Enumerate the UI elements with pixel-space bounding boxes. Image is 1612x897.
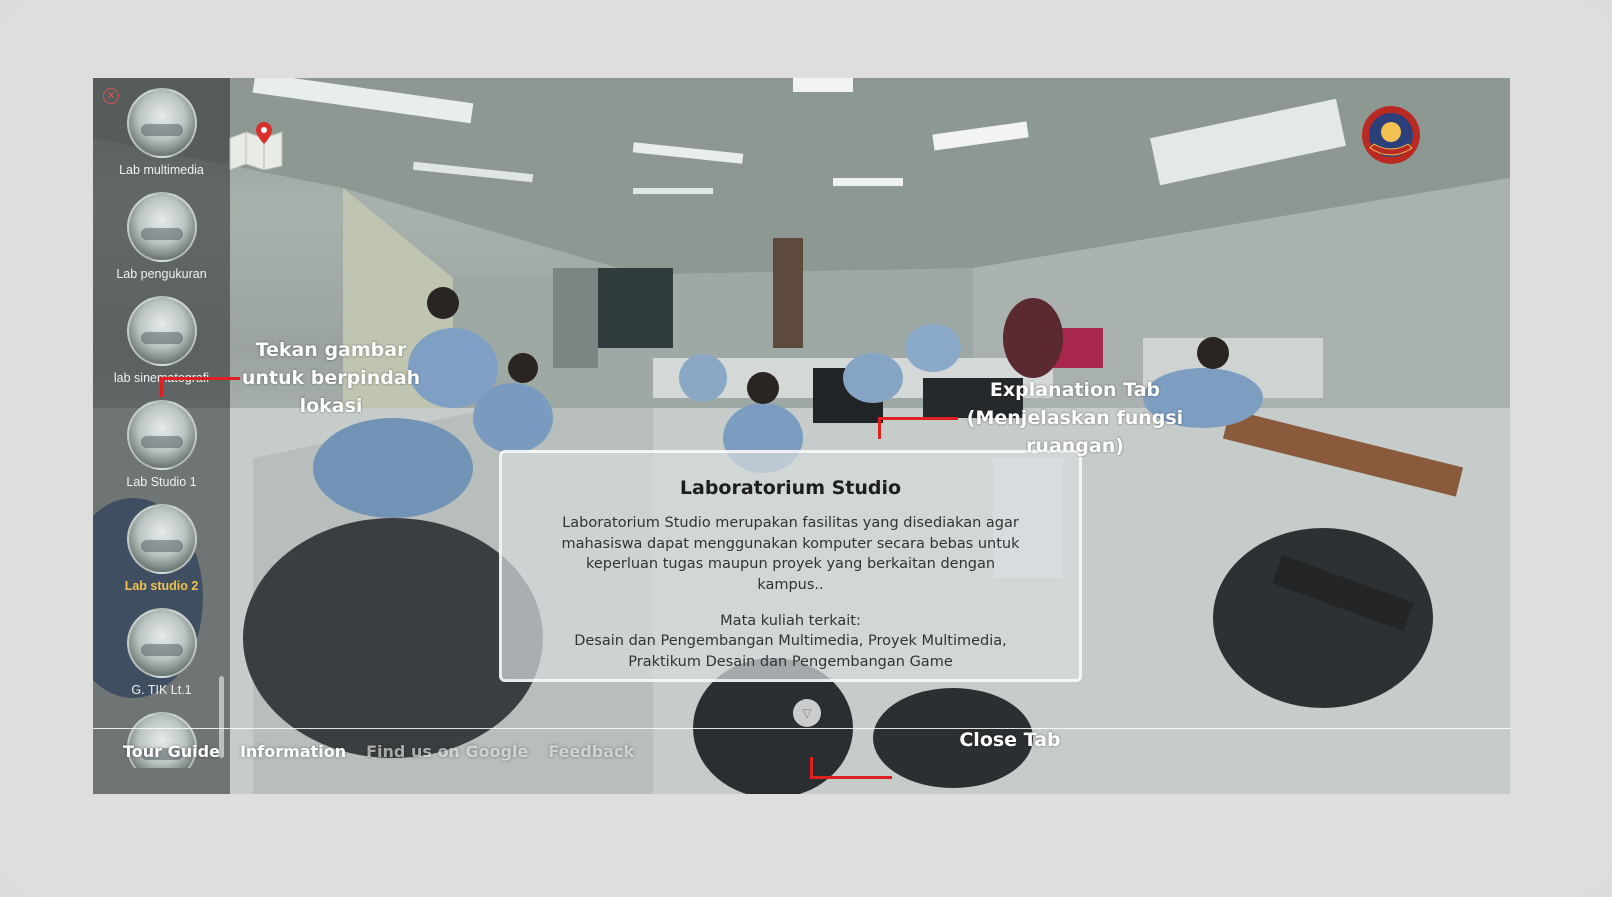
triangle-down-icon[interactable]: ▽ xyxy=(793,699,821,727)
thumbnail-image[interactable] xyxy=(126,88,197,158)
annotation-text: Explanation Tab xyxy=(989,379,1161,401)
thumb-g-tik-lt1[interactable]: G. TIK Lt.1 xyxy=(93,608,230,697)
thumb-label: Lab pengukuran xyxy=(116,267,207,281)
university-emblem-icon xyxy=(1362,106,1420,164)
bottom-nav: Tour Guide Information Find us on Google… xyxy=(123,742,634,761)
nav-tour-guide[interactable]: Tour Guide xyxy=(123,742,220,761)
annotation-line xyxy=(878,417,881,439)
thumb-lab-multimedia[interactable]: Lab multimedia xyxy=(93,88,230,177)
map-pin-icon[interactable] xyxy=(228,120,284,170)
nav-information[interactable]: Information xyxy=(240,742,346,761)
thumbnail-image[interactable] xyxy=(126,192,197,262)
explanation-tab: Laboratorium Studio Laboratorium Studio … xyxy=(499,450,1082,682)
panel-description: Laboratorium Studio merupakan fasilitas … xyxy=(561,515,1020,593)
annotation-text: untuk berpindah xyxy=(241,367,421,389)
thumb-lab-sinematografi[interactable]: lab sinematografi xyxy=(93,296,230,385)
thumbnail-image[interactable] xyxy=(126,296,197,366)
thumb-label: G. TIK Lt.1 xyxy=(131,683,192,697)
panel-title: Laboratorium Studio xyxy=(679,477,902,499)
nav-find-google[interactable]: Find us on Google xyxy=(366,742,528,761)
annotation-line xyxy=(160,377,163,397)
thumb-lab-studio-2[interactable]: Lab studio 2 xyxy=(93,504,230,593)
thumb-label: Lab studio 2 xyxy=(124,579,199,593)
thumb-label: Lab Studio 1 xyxy=(126,475,197,489)
thumb-lab-pengukuran[interactable]: Lab pengukuran xyxy=(93,192,230,281)
panorama-viewport[interactable]: ✕ Lab multimedia Lab pengukuran lab sine… xyxy=(93,78,1510,794)
bottom-divider xyxy=(93,728,1510,729)
annotation-text: ruangan) xyxy=(1026,435,1124,457)
thumb-label: Lab multimedia xyxy=(119,163,204,177)
annotation-line xyxy=(878,417,958,420)
thumbnail-image[interactable] xyxy=(126,504,197,574)
annotation-line xyxy=(160,377,240,380)
annotation-line xyxy=(810,776,892,779)
annotation-thumbs: Tekan gambar untuk berpindah lokasi xyxy=(236,336,426,420)
annotation-text: Tekan gambar xyxy=(255,339,407,361)
nav-feedback[interactable]: Feedback xyxy=(548,742,634,761)
annotation-close-tab: Close Tab xyxy=(950,726,1070,754)
thumb-lab-studio-1[interactable]: Lab Studio 1 xyxy=(93,400,230,489)
annotation-text: (Menjelaskan fungsi xyxy=(966,407,1184,429)
thumbnail-image[interactable] xyxy=(126,608,197,678)
annotation-explanation: Explanation Tab (Menjelaskan fungsi ruan… xyxy=(955,376,1195,460)
courses-heading: Mata kuliah terkait: xyxy=(720,613,861,629)
annotation-text: Close Tab xyxy=(959,729,1061,751)
thumbnail-image[interactable] xyxy=(126,400,197,470)
courses-list: Desain dan Pengembangan Multimedia, Proy… xyxy=(574,633,1007,670)
location-sidebar: ✕ Lab multimedia Lab pengukuran lab sine… xyxy=(93,78,230,794)
annotation-text: lokasi xyxy=(299,395,363,417)
panorama-scene[interactable] xyxy=(93,78,1510,794)
